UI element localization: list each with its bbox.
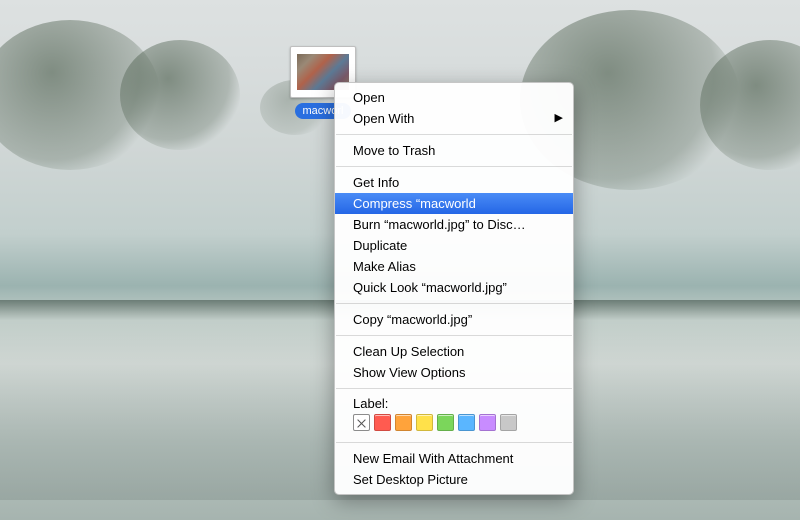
label-yellow[interactable] [416,414,433,431]
label-blue[interactable] [458,414,475,431]
menu-open-with[interactable]: Open With ▶ [335,108,573,129]
menu-separator [336,134,572,135]
menu-get-info[interactable]: Get Info [335,172,573,193]
menu-quick-look[interactable]: Quick Look “macworld.jpg” [335,277,573,298]
menu-separator [336,166,572,167]
menu-duplicate[interactable]: Duplicate [335,235,573,256]
menu-view-options[interactable]: Show View Options [335,362,573,383]
menu-compress[interactable]: Compress “macworld [335,193,573,214]
label-green[interactable] [437,414,454,431]
menu-clean-up[interactable]: Clean Up Selection [335,341,573,362]
menu-separator [336,388,572,389]
menu-copy[interactable]: Copy “macworld.jpg” [335,309,573,330]
label-swatches [353,414,555,431]
menu-open-with-label: Open With [353,111,414,126]
menu-label-header: Label: [353,396,555,411]
menu-separator [336,335,572,336]
menu-new-email[interactable]: New Email With Attachment [335,448,573,469]
menu-burn[interactable]: Burn “macworld.jpg” to Disc… [335,214,573,235]
menu-separator [336,303,572,304]
menu-label-section: Label: [335,394,573,437]
menu-make-alias[interactable]: Make Alias [335,256,573,277]
menu-separator [336,442,572,443]
label-gray[interactable] [500,414,517,431]
submenu-arrow-icon: ▶ [555,110,563,127]
context-menu: Open Open With ▶ Move to Trash Get Info … [334,82,574,495]
label-red[interactable] [374,414,391,431]
menu-open[interactable]: Open [335,87,573,108]
label-purple[interactable] [479,414,496,431]
label-none[interactable] [353,414,370,431]
menu-set-desktop[interactable]: Set Desktop Picture [335,469,573,490]
desktop[interactable]: macworl Open Open With ▶ Move to Trash G… [0,0,800,520]
label-orange[interactable] [395,414,412,431]
menu-move-to-trash[interactable]: Move to Trash [335,140,573,161]
